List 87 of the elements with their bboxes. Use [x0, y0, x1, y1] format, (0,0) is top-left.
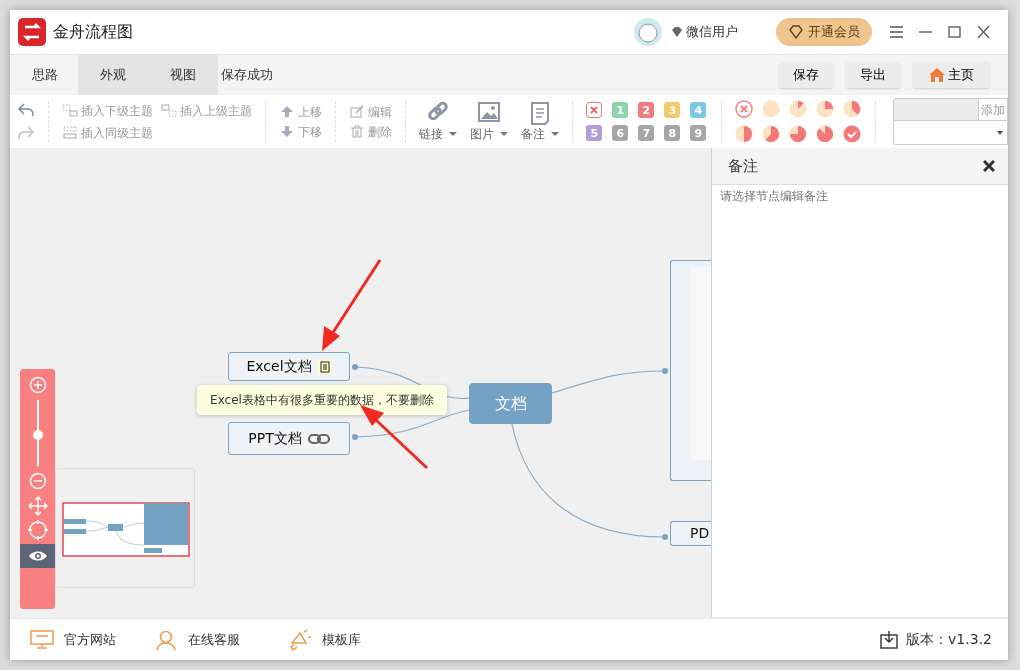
progress-pie-icon[interactable]: [789, 100, 808, 118]
home-icon: [928, 68, 945, 82]
logo-icon: [16, 17, 47, 47]
monitor-icon: [30, 628, 54, 651]
topic-node[interactable]: Excel文档: [228, 352, 350, 381]
footer-link[interactable]: 官方网站: [30, 628, 116, 651]
zoom-in-icon[interactable]: [28, 376, 47, 394]
header-button[interactable]: 导出: [845, 62, 900, 88]
image-icon: [476, 100, 501, 125]
save-status: 保存成功: [221, 66, 274, 85]
toolbar-menu[interactable]: 图片: [469, 100, 508, 143]
clear-progress-icon[interactable]: [735, 100, 754, 118]
maximize-icon[interactable]: [947, 26, 961, 38]
priority-tag[interactable]: 4: [690, 102, 707, 118]
caret-icon: [997, 131, 1003, 135]
check-icon[interactable]: [843, 125, 862, 143]
zoom-out-icon[interactable]: [28, 472, 47, 490]
caret-icon: [551, 131, 560, 136]
input-field[interactable]: [893, 98, 979, 121]
priority-tag[interactable]: 9: [690, 125, 707, 141]
preview-button[interactable]: [20, 544, 55, 568]
tab[interactable]: 视图: [148, 55, 218, 95]
note-tooltip: Excel表格中有很多重要的数据，不要删除: [197, 385, 447, 415]
toolbar-button[interactable]: 插入同级主题: [61, 122, 153, 143]
root-node[interactable]: 文档: [469, 383, 552, 424]
redo-icon[interactable]: [16, 124, 35, 141]
priority-tag[interactable]: 5: [586, 125, 603, 141]
toolbar-button[interactable]: 删除: [348, 121, 392, 142]
priority-tag[interactable]: 8: [664, 125, 681, 141]
priority-tag[interactable]: 6: [612, 125, 629, 141]
note-icon: [317, 359, 332, 374]
footer-link[interactable]: 在线客服: [154, 628, 240, 651]
tab[interactable]: 外观: [78, 55, 148, 95]
image-node[interactable]: [670, 260, 711, 481]
diamond-icon: [788, 25, 805, 39]
progress-pie-icon[interactable]: [789, 125, 808, 143]
megaphone-icon: [288, 628, 312, 651]
center-icon[interactable]: [27, 520, 48, 540]
toolbar-menu[interactable]: 备注: [521, 100, 560, 143]
toolbar-button[interactable]: 编辑: [348, 101, 392, 122]
header-button[interactable]: 保存: [778, 62, 833, 88]
topic-node[interactable]: PPT文档: [228, 422, 350, 455]
insert-sibling-icon: [61, 126, 78, 139]
menu-icon[interactable]: [889, 26, 903, 38]
progress-pie-icon[interactable]: [762, 125, 781, 143]
add-button[interactable]: 添加: [979, 98, 1008, 121]
caret-icon: [448, 131, 457, 136]
topic-node[interactable]: PD: [670, 521, 711, 546]
edit-icon: [348, 105, 365, 118]
move-icon[interactable]: [27, 496, 48, 516]
avatar-icon: [633, 17, 663, 47]
version-label: 版本：v1.3.2: [906, 630, 992, 649]
priority-tag[interactable]: 1: [612, 102, 629, 118]
user-name[interactable]: 微信用户: [686, 22, 739, 42]
undo-icon[interactable]: [16, 102, 35, 119]
priority-tag[interactable]: 2: [638, 102, 655, 118]
close-icon[interactable]: [983, 160, 995, 172]
home-button[interactable]: 主页: [912, 62, 990, 88]
close-icon[interactable]: [976, 26, 990, 38]
insert-parent-icon: [160, 104, 177, 117]
insert-child-icon: [61, 104, 78, 117]
progress-pie-icon[interactable]: [843, 100, 862, 118]
toolbar-button[interactable]: 插入下级主题: [61, 100, 153, 121]
download-icon[interactable]: [880, 630, 899, 649]
panel-title: 备注: [728, 155, 758, 177]
link-icon: [307, 432, 330, 445]
trash-icon: [348, 125, 365, 138]
priority-tag[interactable]: 7: [638, 125, 655, 141]
eye-icon: [27, 550, 48, 562]
progress-pie-icon[interactable]: [735, 125, 754, 143]
caret-icon: [500, 131, 508, 136]
toolbar-button[interactable]: 插入上级主题: [160, 100, 252, 121]
notes-field[interactable]: 请选择节点编辑备注: [711, 185, 1008, 617]
toolbar-menu[interactable]: 链接: [418, 100, 457, 143]
footer-link[interactable]: 模板库: [288, 628, 361, 651]
diamond-icon: [671, 26, 683, 38]
toolbar-button[interactable]: 下移: [278, 121, 322, 142]
dropdown-field[interactable]: [893, 121, 1008, 145]
progress-pie-icon[interactable]: [816, 125, 835, 143]
progress-pie-icon[interactable]: [816, 100, 835, 118]
vip-button[interactable]: 开通会员: [776, 18, 872, 46]
minimap[interactable]: [55, 468, 195, 588]
window-title: 金舟流程图: [53, 21, 133, 43]
person-icon: [154, 628, 178, 651]
clear-priority-icon[interactable]: [586, 102, 603, 118]
annotation-arrow: [360, 405, 429, 470]
toolbar-button[interactable]: 上移: [278, 101, 322, 122]
